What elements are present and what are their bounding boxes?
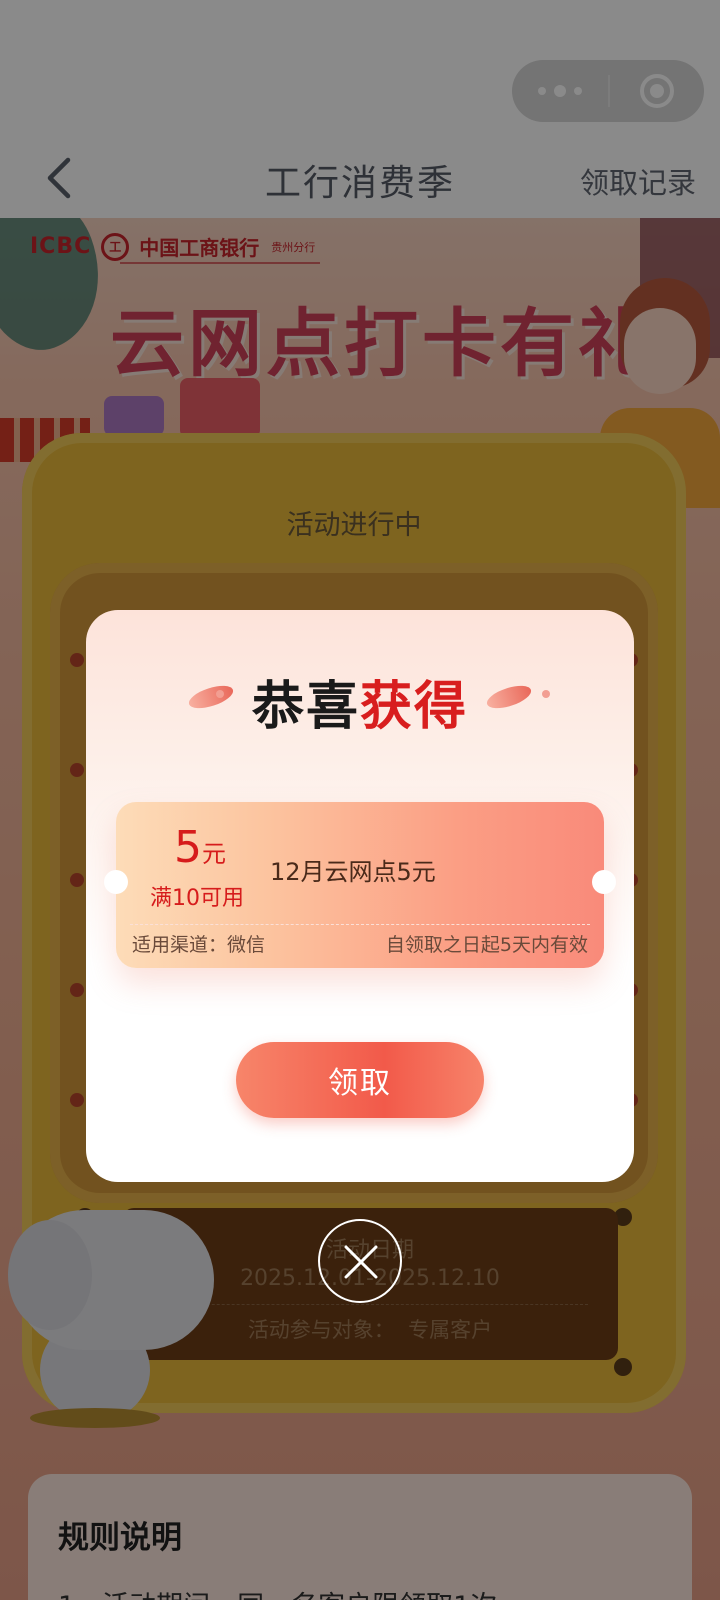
coupon-amount: 5元 [174, 822, 226, 873]
coupon-notch [104, 870, 128, 894]
modal-title: 恭喜获得 [86, 664, 634, 739]
page: 工行消费季 领取记录 ICBC 工 中国工商银行 贵州分行 云网点打卡有礼 活动… [0, 0, 720, 1600]
coupon-validity: 自领取之日起5天内有效 [385, 934, 588, 956]
coupon-value: 5 [174, 822, 202, 873]
close-button[interactable] [318, 1219, 402, 1303]
coupon-notch [592, 870, 616, 894]
coupon-condition: 满10可用 [150, 886, 244, 911]
coupon-name: 12月云网点5元 [270, 858, 436, 886]
coupon-channel: 适用渠道：微信 [132, 934, 266, 956]
reward-modal: 恭喜获得 5元 满10可用 12月云网点5元 适用渠道：微信 自领取之日起5天内… [86, 610, 634, 1182]
close-icon [344, 1245, 378, 1279]
claim-button[interactable]: 领取 [236, 1042, 484, 1118]
coupon-card: 5元 满10可用 12月云网点5元 适用渠道：微信 自领取之日起5天内有效 [104, 802, 616, 968]
modal-title-part2: 获得 [360, 677, 469, 737]
coupon-divider [130, 924, 590, 925]
coupon-unit: 元 [202, 840, 226, 868]
modal-title-part1: 恭喜 [251, 677, 360, 737]
